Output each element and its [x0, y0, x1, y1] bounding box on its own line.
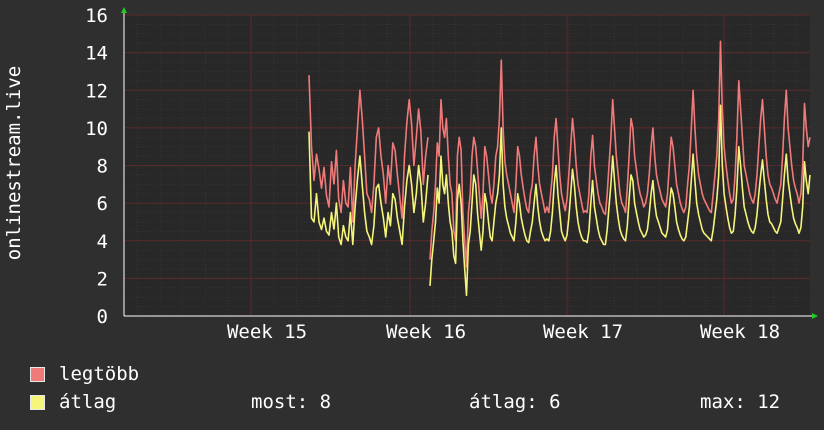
y-tick-label: 14 [85, 43, 108, 65]
legend-label-max: legtöbb [59, 363, 140, 385]
x-tick-label: Week 15 [227, 321, 307, 343]
y-tick-label: 6 [97, 193, 108, 215]
y-tick-label: 0 [97, 306, 108, 328]
x-tick-label: Week 17 [543, 321, 623, 343]
y-tick-labels: 0 2 4 6 8 10 12 14 16 [85, 5, 108, 328]
legend-item-avg: átlag [30, 391, 116, 413]
y-tick-label: 4 [97, 231, 108, 253]
legend-swatch-avg [30, 394, 45, 410]
x-tick-label: Week 18 [700, 321, 780, 343]
stat-max: max: 12 [700, 391, 781, 413]
y-axis-label: onlinestream.live [3, 66, 25, 260]
y-tick-label: 8 [97, 156, 108, 178]
legend-label-avg: átlag [59, 391, 117, 413]
y-tick-label: 16 [85, 5, 108, 27]
y-tick-label: 2 [97, 268, 108, 290]
x-axis-arrow-icon [812, 313, 818, 319]
y-axis-arrow-icon [121, 7, 127, 13]
stat-average: átlag: 6 [469, 391, 561, 413]
legend-swatch-max [30, 366, 45, 382]
stat-now: most: 8 [251, 391, 332, 413]
x-tick-label: Week 16 [386, 321, 466, 343]
y-tick-label: 10 [85, 118, 108, 140]
legend-item-max: legtöbb [30, 363, 139, 385]
y-tick-label: 12 [85, 80, 108, 102]
x-tick-labels: Week 15 Week 16 Week 17 Week 18 [227, 321, 780, 343]
